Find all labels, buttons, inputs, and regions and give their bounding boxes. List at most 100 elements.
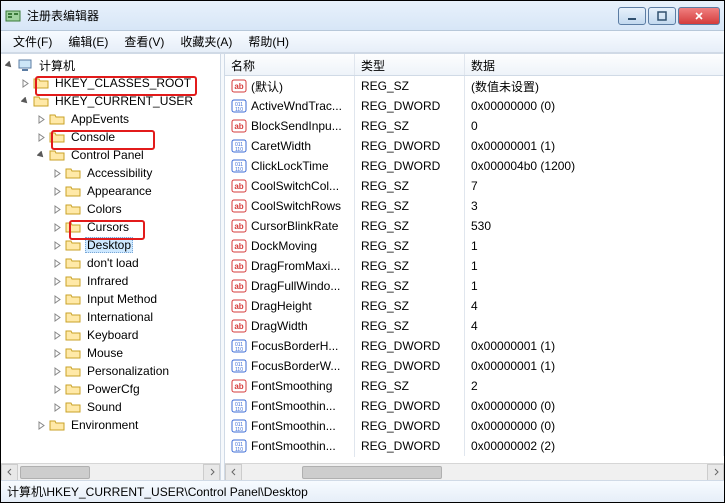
- tree-node[interactable]: Keyboard: [51, 326, 220, 344]
- expand-icon[interactable]: [51, 275, 63, 287]
- menu-favorites[interactable]: 收藏夹(A): [172, 31, 240, 52]
- tree-node[interactable]: Sound: [51, 398, 220, 416]
- tree-label: Mouse: [85, 346, 125, 360]
- list-row[interactable]: abDragWidthREG_SZ4: [225, 316, 724, 336]
- menu-view[interactable]: 查看(V): [116, 31, 172, 52]
- list-row[interactable]: 011110CaretWidthREG_DWORD0x00000001 (1): [225, 136, 724, 156]
- maximize-button[interactable]: [648, 7, 676, 25]
- list-row[interactable]: 011110ClickLockTimeREG_DWORD0x000004b0 (…: [225, 156, 724, 176]
- list-row[interactable]: abFontSmoothingREG_SZ2: [225, 376, 724, 396]
- expand-icon[interactable]: [35, 113, 47, 125]
- list-row[interactable]: abDockMovingREG_SZ1: [225, 236, 724, 256]
- menu-help[interactable]: 帮助(H): [240, 31, 297, 52]
- string-value-icon: ab: [231, 258, 247, 274]
- close-button[interactable]: [678, 7, 720, 25]
- list-row[interactable]: abBlockSendInpu...REG_SZ0: [225, 116, 724, 136]
- tree-node[interactable]: PowerCfg: [51, 380, 220, 398]
- scroll-right-icon[interactable]: [707, 464, 724, 481]
- scroll-left-icon[interactable]: [225, 464, 242, 481]
- expand-icon[interactable]: [35, 419, 47, 431]
- value-data: (数值未设置): [465, 75, 724, 98]
- minimize-button[interactable]: [618, 7, 646, 25]
- list-row[interactable]: abCoolSwitchRowsREG_SZ3: [225, 196, 724, 216]
- tree-node[interactable]: Environment: [35, 416, 220, 434]
- list-row[interactable]: abDragFullWindo...REG_SZ1: [225, 276, 724, 296]
- scroll-thumb[interactable]: [302, 466, 442, 479]
- expand-icon[interactable]: [51, 329, 63, 341]
- menu-edit[interactable]: 编辑(E): [60, 31, 116, 52]
- tree-node-hkcu[interactable]: HKEY_CURRENT_USER: [19, 92, 220, 110]
- value-data: 0x000004b0 (1200): [465, 156, 724, 176]
- expand-icon[interactable]: [51, 365, 63, 377]
- collapse-icon[interactable]: [19, 95, 31, 107]
- expand-icon[interactable]: [51, 185, 63, 197]
- tree-node[interactable]: Mouse: [51, 344, 220, 362]
- expand-icon[interactable]: [51, 401, 63, 413]
- list-row[interactable]: 011110FocusBorderH...REG_DWORD0x00000001…: [225, 336, 724, 356]
- column-header-name[interactable]: 名称: [225, 54, 355, 75]
- tree-node[interactable]: Console: [35, 128, 220, 146]
- svg-text:ab: ab: [234, 82, 243, 91]
- expand-icon[interactable]: [51, 311, 63, 323]
- column-header-type[interactable]: 类型: [355, 54, 465, 75]
- tree-node[interactable]: Cursors: [51, 218, 220, 236]
- list-row[interactable]: 011110ActiveWndTrac...REG_DWORD0x0000000…: [225, 96, 724, 116]
- scroll-thumb[interactable]: [20, 466, 90, 479]
- list-row[interactable]: 011110FocusBorderW...REG_DWORD0x00000001…: [225, 356, 724, 376]
- tree-node[interactable]: Desktop: [51, 236, 220, 254]
- computer-icon: [17, 58, 33, 72]
- list-row[interactable]: abCursorBlinkRateREG_SZ530: [225, 216, 724, 236]
- list-horizontal-scrollbar[interactable]: [225, 463, 724, 480]
- list-row[interactable]: abCoolSwitchCol...REG_SZ7: [225, 176, 724, 196]
- list-pane: 名称 类型 数据 ab (默认) REG_SZ (数值未设置)011110Active…: [225, 54, 724, 480]
- expand-icon[interactable]: [51, 167, 63, 179]
- menu-file[interactable]: 文件(F): [5, 31, 60, 52]
- scroll-left-icon[interactable]: [1, 464, 18, 481]
- expand-icon[interactable]: [19, 77, 31, 89]
- expand-icon[interactable]: [51, 347, 63, 359]
- tree-node[interactable]: AppEvents: [35, 110, 220, 128]
- tree-node-control-panel[interactable]: Control Panel: [35, 146, 220, 164]
- value-type: REG_SZ: [355, 376, 465, 396]
- regedit-window: 注册表编辑器 文件(F) 编辑(E) 查看(V) 收藏夹(A) 帮助(H): [0, 0, 725, 503]
- expand-icon[interactable]: [51, 203, 63, 215]
- tree-node-computer[interactable]: 计算机: [3, 56, 220, 74]
- list-row[interactable]: 011110FontSmoothin...REG_DWORD0x00000000…: [225, 416, 724, 436]
- expand-icon[interactable]: [51, 221, 63, 233]
- folder-icon: [65, 220, 81, 234]
- tree-node[interactable]: don't load: [51, 254, 220, 272]
- tree-node[interactable]: Accessibility: [51, 164, 220, 182]
- tree-label: Input Method: [85, 292, 159, 306]
- tree-node[interactable]: Input Method: [51, 290, 220, 308]
- value-data: 4: [465, 316, 724, 336]
- tree-node[interactable]: International: [51, 308, 220, 326]
- svg-text:110: 110: [235, 427, 243, 433]
- collapse-icon[interactable]: [35, 149, 47, 161]
- list-row[interactable]: abDragFromMaxi...REG_SZ1: [225, 256, 724, 276]
- tree-node[interactable]: Colors: [51, 200, 220, 218]
- tree-horizontal-scrollbar[interactable]: [1, 463, 220, 480]
- tree-label: AppEvents: [69, 112, 131, 126]
- title-bar[interactable]: 注册表编辑器: [1, 1, 724, 31]
- value-name: (默认): [251, 78, 283, 95]
- value-data: 7: [465, 176, 724, 196]
- expand-icon[interactable]: [51, 257, 63, 269]
- column-header-data[interactable]: 数据: [465, 54, 724, 75]
- collapse-icon[interactable]: [3, 59, 15, 71]
- tree-node[interactable]: Infrared: [51, 272, 220, 290]
- expand-icon[interactable]: [51, 293, 63, 305]
- tree-scroll[interactable]: 计算机 HKEY_CLASSES_ROOT HKEY_CURRENT_USER …: [1, 56, 220, 463]
- expand-icon[interactable]: [51, 383, 63, 395]
- list-scroll[interactable]: 名称 类型 数据 ab (默认) REG_SZ (数值未设置)011110Active…: [225, 54, 724, 463]
- expand-icon[interactable]: [51, 239, 63, 251]
- tree-node[interactable]: Appearance: [51, 182, 220, 200]
- string-value-icon: ab: [231, 78, 247, 94]
- list-row[interactable]: abDragHeightREG_SZ4: [225, 296, 724, 316]
- expand-icon[interactable]: [35, 131, 47, 143]
- list-row[interactable]: ab(默认)REG_SZ(数值未设置): [225, 76, 724, 96]
- list-row[interactable]: 011110FontSmoothin...REG_DWORD0x00000000…: [225, 396, 724, 416]
- tree-node[interactable]: Personalization: [51, 362, 220, 380]
- scroll-right-icon[interactable]: [203, 464, 220, 481]
- tree-node-hkcr[interactable]: HKEY_CLASSES_ROOT: [19, 74, 220, 92]
- list-row[interactable]: 011110FontSmoothin...REG_DWORD0x00000002…: [225, 436, 724, 456]
